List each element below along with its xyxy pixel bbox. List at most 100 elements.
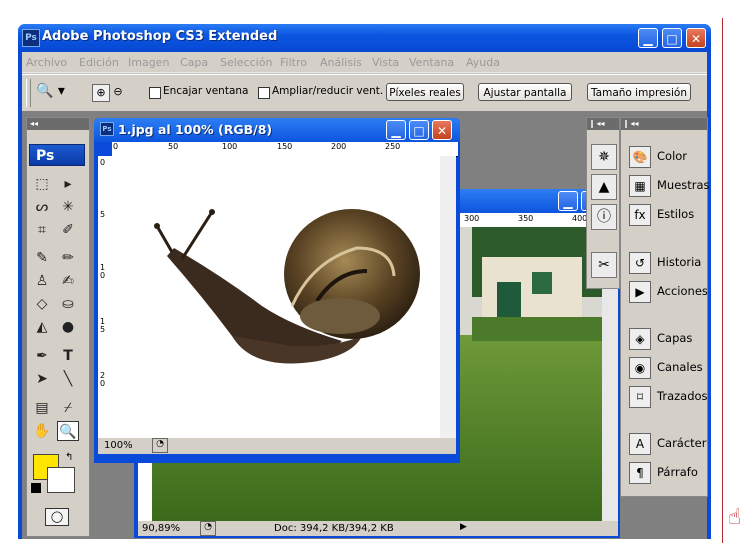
doc2-doc-info: Doc: 394,2 KB/394,2 KB — [274, 523, 394, 534]
zoom-tool-preset-icon[interactable]: 🔍 ▾ — [36, 83, 76, 103]
styles-fx-icon: fx — [629, 204, 651, 226]
resize-window-checkbox[interactable] — [258, 87, 270, 99]
title-bar[interactable]: Ps Adobe Photoshop CS3 Extended ▁ □ ✕ — [18, 24, 711, 52]
doc1-vruler-label: 0 — [100, 158, 106, 167]
page-frame-line — [722, 18, 723, 543]
panel-swatches-label: Muestras — [657, 178, 710, 192]
brush-tool-icon[interactable]: ✏ — [57, 248, 79, 268]
tool-presets-icon[interactable]: ✂ — [591, 252, 617, 278]
doc1-zoom-level[interactable]: 100% — [104, 440, 133, 451]
resize-window-label: Ampliar/reducir vent. — [272, 85, 384, 97]
menu-ayuda[interactable]: Ayuda — [466, 56, 500, 69]
fit-window-checkbox[interactable] — [149, 87, 161, 99]
menu-edicion[interactable]: Edición — [79, 56, 119, 69]
lasso-tool-icon[interactable]: ᔕ — [31, 197, 53, 217]
zoom-in-icon[interactable]: ⊕ — [92, 84, 110, 102]
snail-photo — [154, 209, 420, 364]
doc2-status-menu-icon[interactable]: ◔ — [200, 521, 216, 536]
panel-layers-label: Capas — [657, 331, 693, 345]
fit-screen-button[interactable]: Ajustar pantalla — [478, 83, 572, 101]
doc1-ruler-label: 50 — [168, 142, 179, 151]
eyedropper-icon[interactable]: ⌿ — [57, 398, 79, 418]
slice-tool-icon[interactable]: ✐ — [57, 220, 79, 240]
blur-tool-icon[interactable]: ◭ — [31, 317, 53, 337]
panels-dock-header[interactable]: ‖ ◂◂ — [621, 118, 707, 130]
doc1-maximize-button[interactable]: □ — [409, 120, 429, 140]
menu-ventana[interactable]: Ventana — [409, 56, 454, 69]
swap-colors-icon[interactable]: ↰ — [65, 452, 73, 463]
panel-color-label: Color — [657, 149, 688, 163]
dodge-tool-icon[interactable]: ● — [57, 317, 79, 337]
panel-history-label: Historia — [657, 255, 702, 269]
doc2-status-arrow-icon[interactable]: ▶ — [460, 522, 467, 532]
info-icon[interactable]: ⓘ — [591, 204, 617, 230]
move-tool-icon[interactable]: ▸ — [57, 174, 79, 194]
paint-bucket-icon[interactable]: ⛀ — [57, 294, 79, 314]
line-tool-icon[interactable]: ╲ — [57, 369, 79, 389]
histogram-icon[interactable]: ▲ — [591, 174, 617, 200]
print-size-button[interactable]: Tamaño impresión — [587, 83, 691, 101]
path-selection-icon[interactable]: ➤ — [31, 369, 53, 389]
doc1-close-button[interactable]: ✕ — [432, 120, 452, 140]
doc1-vertical-scrollbar[interactable] — [440, 156, 456, 438]
doc1-minimize-button[interactable]: ▁ — [386, 120, 406, 140]
panel-paragraph-label: Párrafo — [657, 465, 698, 479]
maximize-button[interactable]: □ — [662, 28, 682, 48]
zoom-out-icon[interactable]: ⊖ — [110, 84, 126, 100]
doc1-status-bar: 100% ◔ — [98, 438, 456, 454]
menu-seleccion[interactable]: Selección — [220, 56, 272, 69]
menu-vista[interactable]: Vista — [372, 56, 399, 69]
menu-archivo[interactable]: Archivo — [26, 56, 67, 69]
eraser-tool-icon[interactable]: ◇ — [31, 294, 53, 314]
doc1-ps-icon: Ps — [100, 122, 114, 136]
doc1-title-bar[interactable]: Ps 1.jpg al 100% (RGB/8) ▁ □ ✕ — [94, 118, 460, 142]
doc1-ruler-label: 200 — [331, 142, 347, 151]
actual-pixels-button[interactable]: Píxeles reales — [386, 83, 464, 101]
channels-icon: ◉ — [629, 357, 651, 379]
doc2-ruler-label: 400 — [572, 214, 588, 223]
zoom-tool-icon[interactable]: 🔍 — [57, 421, 79, 441]
doc2-ruler-label: 350 — [518, 214, 534, 223]
character-icon: A — [629, 433, 651, 455]
history-icon: ↺ — [629, 252, 651, 274]
panel-actions-label: Acciones — [657, 284, 708, 298]
default-colors-icon[interactable] — [31, 483, 41, 493]
panel-channels-label: Canales — [657, 360, 703, 374]
menu-analisis[interactable]: Análisis — [320, 56, 362, 69]
background-color-swatch[interactable] — [47, 467, 75, 493]
doc2-zoom-level[interactable]: 90,89% — [142, 523, 180, 534]
hand-tool-icon[interactable]: ✋ — [31, 421, 53, 441]
doc1-ruler-vertical: 0 5 1 0 1 5 2 0 — [98, 156, 113, 438]
menu-filtro[interactable]: Filtro — [280, 56, 307, 69]
minimize-button[interactable]: ▁ — [638, 28, 658, 48]
icon-dock-header[interactable]: ‖ ◂◂ — [587, 118, 619, 130]
doc1-vruler-label: 2 0 — [100, 371, 106, 388]
magic-wand-icon[interactable]: ✳ — [57, 197, 79, 217]
icon-dock: ‖ ◂◂ ✵ ▲ ⓘ ✂ — [586, 117, 620, 289]
healing-brush-icon[interactable]: ✎ — [31, 248, 53, 268]
tools-panel-header[interactable]: ◂◂ — [27, 118, 89, 130]
workspace: ◂◂ Ps ⬚ ▸ ᔕ ✳ ⌗ ✐ ✎ ✏ ♙ ✍ ◇ ⛀ ◭ ● ✒ T ➤ … — [22, 111, 710, 539]
panel-character-label: Carácter — [657, 436, 707, 450]
doc1-ruler-horizontal: 0 50 100 150 200 250 — [112, 142, 458, 157]
menu-bar: Archivo Edición Imagen Capa Selección Fi… — [22, 52, 707, 73]
menu-capa[interactable]: Capa — [180, 56, 208, 69]
doc2-minimize-button[interactable]: ▁ — [558, 191, 578, 211]
quick-mask-icon[interactable]: ◯ — [45, 508, 69, 526]
close-button[interactable]: ✕ — [686, 28, 706, 48]
notes-tool-icon[interactable]: ▤ — [31, 398, 53, 418]
navigator-icon[interactable]: ✵ — [591, 144, 617, 170]
app-client-area: Archivo Edición Imagen Capa Selección Fi… — [22, 52, 710, 539]
history-brush-icon[interactable]: ✍ — [57, 271, 79, 291]
type-tool-icon[interactable]: T — [57, 346, 79, 366]
doc1-vruler-label: 5 — [100, 210, 106, 219]
crop-tool-icon[interactable]: ⌗ — [31, 220, 53, 240]
panel-styles-label: Estilos — [657, 207, 695, 221]
actions-play-icon: ▶ — [629, 281, 651, 303]
marquee-tool-icon[interactable]: ⬚ — [31, 174, 53, 194]
clone-stamp-icon[interactable]: ♙ — [31, 271, 53, 291]
menu-imagen[interactable]: Imagen — [128, 56, 169, 69]
options-grip[interactable] — [26, 79, 31, 107]
pen-tool-icon[interactable]: ✒ — [31, 346, 53, 366]
doc1-status-menu-icon[interactable]: ◔ — [152, 438, 168, 453]
